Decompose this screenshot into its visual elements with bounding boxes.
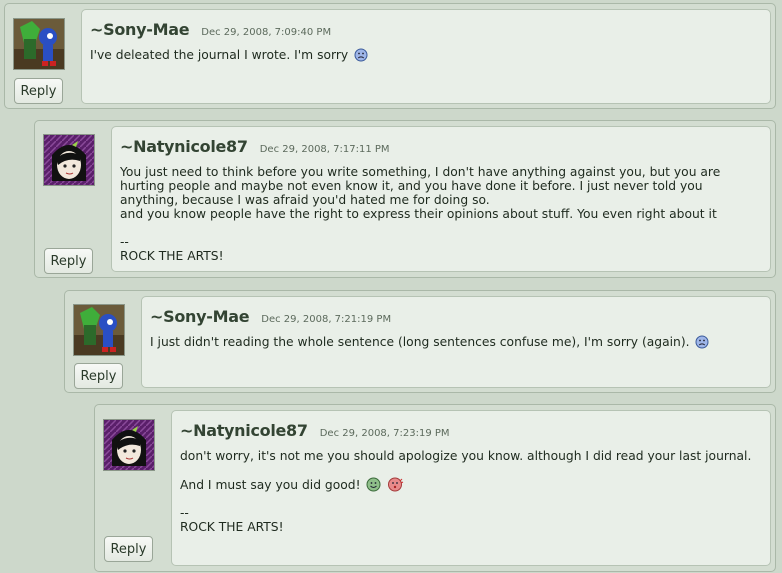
comment-text: don't worry, it's not me you should apol… <box>180 449 752 463</box>
comment-date: Dec 29, 2008, 7:17:11 PM <box>259 144 390 155</box>
signature-separator: -- <box>120 235 129 249</box>
red-kiss-icon <box>387 477 404 492</box>
signature-separator: -- <box>180 506 189 520</box>
comment-thread: Reply ~Natynicole87 Dec 29, 2008, 7:23:1… <box>94 404 776 572</box>
comment-bubble: ~Sony-Mae Dec 29, 2008, 7:21:19 PM I jus… <box>141 296 771 388</box>
author-name[interactable]: ~Sony-Mae <box>150 307 250 326</box>
comment-bubble: ~Natynicole87 Dec 29, 2008, 7:17:11 PM Y… <box>111 126 771 272</box>
author-name[interactable]: ~Natynicole87 <box>180 421 308 440</box>
reply-button[interactable]: Reply <box>14 78 63 104</box>
comment-date: Dec 29, 2008, 7:23:19 PM <box>319 428 450 439</box>
author-name[interactable]: ~Natynicole87 <box>120 137 248 156</box>
comment-text: And I must say you did good! <box>180 478 361 492</box>
comment-date: Dec 29, 2008, 7:21:19 PM <box>261 314 392 325</box>
avatar-sony-mae[interactable] <box>13 18 65 70</box>
reply-button[interactable]: Reply <box>104 536 153 562</box>
avatar-sony-mae[interactable] <box>73 304 125 356</box>
comment-text: and you know people have the right to ex… <box>120 207 717 221</box>
comment-bubble: ~Natynicole87 Dec 29, 2008, 7:23:19 PM d… <box>171 410 771 566</box>
comment-thread: Reply ~Natynicole87 Dec 29, 2008, 7:17:1… <box>34 120 776 278</box>
comment-date: Dec 29, 2008, 7:09:40 PM <box>201 27 332 38</box>
sad-face-icon <box>695 335 709 349</box>
sad-face-icon <box>354 48 368 62</box>
avatar-natynicole87[interactable] <box>43 134 95 186</box>
green-smile-icon <box>366 477 381 492</box>
reply-button[interactable]: Reply <box>74 363 123 389</box>
reply-button[interactable]: Reply <box>44 248 93 274</box>
signature: ROCK THE ARTS! <box>120 249 224 263</box>
comment-text: I just didn't reading the whole sentence… <box>150 335 690 349</box>
comment-thread: Reply ~Sony-Mae Dec 29, 2008, 7:21:19 PM… <box>64 290 776 393</box>
comment-thread: Reply ~Sony-Mae Dec 29, 2008, 7:09:40 PM… <box>4 3 776 109</box>
avatar-natynicole87[interactable] <box>103 419 155 471</box>
signature: ROCK THE ARTS! <box>180 520 284 534</box>
comment-text: You just need to think before you write … <box>120 165 721 207</box>
comment-text: I've deleated the journal I wrote. I'm s… <box>90 48 349 62</box>
author-name[interactable]: ~Sony-Mae <box>90 20 190 39</box>
comment-bubble: ~Sony-Mae Dec 29, 2008, 7:09:40 PM I've … <box>81 9 771 104</box>
